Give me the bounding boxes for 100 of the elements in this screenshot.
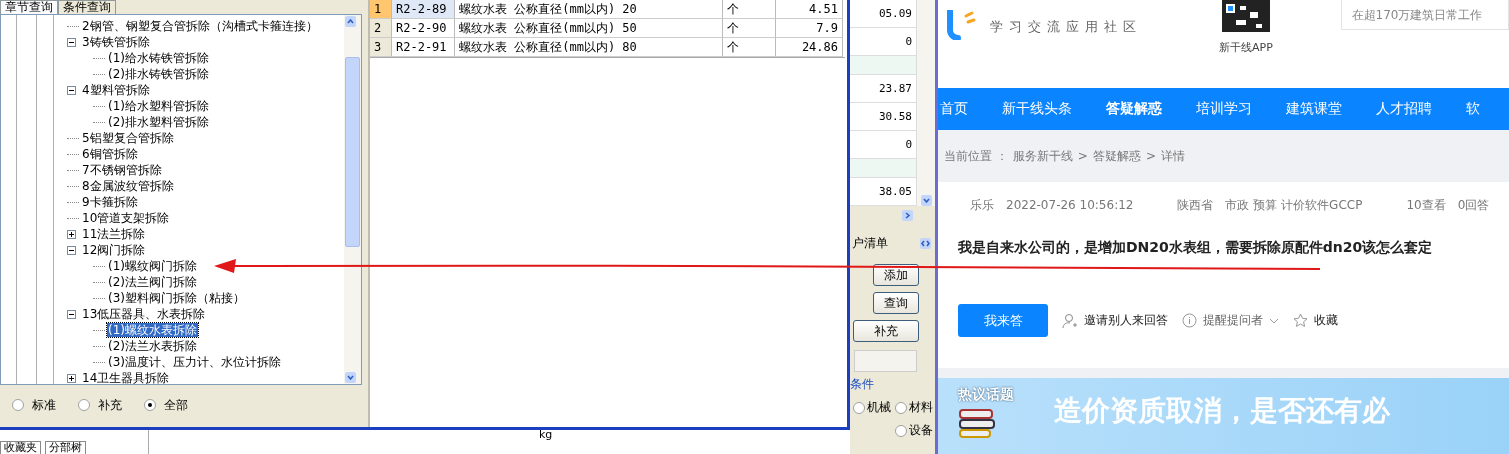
nav-link[interactable]: 新干线头条 — [1002, 100, 1072, 118]
post-time: 2022-07-26 10:56:12 — [1006, 198, 1134, 212]
favorite-link[interactable]: 收藏 — [1293, 312, 1338, 329]
tree-item[interactable]: (1)给水铸铁管拆除 — [107, 51, 210, 65]
remind-link[interactable]: 提醒提问者 — [1182, 312, 1279, 329]
tree-item[interactable]: 14卫生器具拆除 — [81, 371, 171, 385]
radio-label: 全部 — [164, 396, 188, 414]
tree-item[interactable]: (2)法兰阀门拆除 — [107, 275, 198, 289]
tree-item[interactable]: 11法兰拆除 — [81, 227, 147, 241]
collapse-icon[interactable] — [67, 37, 76, 47]
nav-link[interactable]: 首页 — [940, 100, 968, 118]
nav-link[interactable]: 培训学习 — [1196, 100, 1252, 118]
nav-link[interactable]: 建筑课堂 — [1286, 100, 1342, 118]
tree-item[interactable]: 10管道支架拆除 — [81, 211, 171, 225]
nav-link[interactable]: 人才招聘 — [1376, 100, 1432, 118]
button[interactable]: 添加 — [873, 264, 919, 286]
table-cell: R2-2-89 — [392, 0, 455, 19]
question-title: 我是自来水公司的，是增加DN20水表组，需要拆除原配件dn20该怎么套定 — [958, 238, 1434, 257]
tree-item[interactable]: (1)螺纹阀门拆除 — [107, 259, 198, 273]
table-cell: 个 — [723, 0, 776, 19]
scrollbar[interactable] — [344, 15, 361, 384]
table-cell: 38.05 — [850, 178, 917, 206]
answer-button[interactable]: 我来答 — [958, 304, 1048, 337]
scroll-up-icon[interactable] — [345, 16, 356, 27]
tree-item[interactable]: 8金属波纹管拆除 — [81, 179, 175, 193]
banner-headline: 造价资质取消，是否还有必 — [1054, 393, 1390, 429]
tree-item[interactable]: (2)排水铸铁管拆除 — [107, 67, 210, 81]
book-stack-icon — [958, 408, 998, 438]
radio-button[interactable] — [895, 401, 907, 414]
radio-button[interactable] — [12, 399, 24, 411]
tab[interactable]: 户清单 — [852, 234, 888, 252]
view-count: 10查看 — [1406, 196, 1446, 214]
expand-icon[interactable] — [67, 229, 76, 239]
scroll-down-icon[interactable] — [345, 372, 356, 383]
nav-link[interactable]: 软 — [1466, 100, 1480, 118]
info-icon — [1182, 313, 1197, 328]
scrollbar[interactable] — [917, 0, 935, 206]
radio-button[interactable] — [144, 399, 156, 411]
tree-item[interactable]: (1)给水塑料管拆除 — [107, 99, 210, 113]
tree-item[interactable]: 9卡箍拆除 — [81, 195, 139, 209]
radio-button[interactable] — [853, 401, 865, 414]
tree-item[interactable]: (3)塑料阀门拆除（粘接） — [107, 291, 246, 305]
scroll-down-icon[interactable] — [920, 195, 932, 206]
tree-item[interactable]: (1)螺纹水表拆除 — [107, 323, 198, 337]
table-cell: 24.86 — [776, 38, 843, 57]
tree-item[interactable]: (2)排水塑料管拆除 — [107, 115, 210, 129]
table-cell: 30.58 — [850, 103, 917, 131]
invite-link[interactable]: 邀请别人来回答 — [1062, 312, 1168, 329]
breadcrumb-text: 详情 — [1160, 147, 1185, 165]
tree-item[interactable]: 3铸铁管拆除 — [81, 35, 151, 49]
button[interactable]: 查询 — [873, 292, 919, 314]
button[interactable]: 补充 — [853, 320, 919, 342]
category-tags: 市政 预算 计价软件GCCP — [1225, 196, 1363, 214]
topic-label: 热议话题 — [958, 386, 1014, 404]
tab[interactable]: 收藏夹 — [0, 441, 41, 454]
tab[interactable]: 条件查询 — [58, 0, 116, 14]
tree-item[interactable]: (3)温度计、压力计、水位计拆除 — [107, 355, 282, 369]
collapse-icon[interactable] — [67, 245, 76, 255]
tree-item[interactable]: 6铜管拆除 — [81, 147, 139, 161]
table-cell: 0 — [850, 131, 917, 159]
group-title: 条件 — [850, 376, 875, 393]
tab[interactable]: 分部树 — [45, 441, 86, 454]
tree-item[interactable]: 2钢管、钢塑复合管拆除（沟槽式卡箍连接） — [81, 19, 319, 33]
input-field[interactable] — [854, 350, 917, 372]
table-cell: 螺纹水表 公称直径(mm以内) 80 — [455, 38, 723, 57]
radio-button[interactable] — [895, 424, 907, 437]
scroll-right-icon[interactable] — [902, 209, 913, 221]
tree-item[interactable]: 13低压器具、水表拆除 — [81, 307, 207, 321]
radio-button[interactable] — [78, 399, 90, 411]
table-cell: R2-2-91 — [392, 38, 455, 57]
table-cell: 05.09 — [850, 0, 917, 28]
tab[interactable]: 章节查询 — [0, 0, 58, 14]
table-cell: 7.9 — [776, 19, 843, 38]
nav-link[interactable]: 答疑解惑 — [1106, 100, 1162, 118]
table-cell: 4.51 — [776, 0, 843, 19]
radio-label: 标准 — [32, 396, 56, 414]
breadcrumb-text: > — [1145, 149, 1156, 163]
table-cell — [850, 56, 917, 75]
chevron-down-icon — [1269, 317, 1279, 324]
search-field[interactable]: 在超170万建筑日常工作 — [1340, 0, 1509, 30]
table-cell: kg — [539, 430, 553, 440]
table-cell — [850, 159, 917, 178]
row-number: 3 — [370, 38, 392, 57]
author-name[interactable]: 乐乐 — [970, 196, 994, 214]
logo-tagline: 学习交流应用社区 — [990, 18, 1142, 36]
tree-item[interactable]: 4塑料管拆除 — [81, 83, 151, 97]
star-icon — [1293, 313, 1308, 328]
tab-scroll-icon[interactable] — [920, 237, 931, 249]
breadcrumb-link[interactable]: 答疑解惑 — [1092, 147, 1141, 165]
breadcrumb-link[interactable]: 服务新干线 — [1012, 147, 1073, 165]
tree-item[interactable]: 5铝塑复合管拆除 — [81, 131, 175, 145]
table-cell: 个 — [723, 19, 776, 38]
collapse-icon[interactable] — [67, 85, 76, 95]
radio-label: 补充 — [98, 396, 122, 414]
tree-item[interactable]: 7不锈钢管拆除 — [81, 163, 163, 177]
tree-item[interactable]: (2)法兰水表拆除 — [107, 339, 198, 353]
table-cell: 螺纹水表 公称直径(mm以内) 50 — [455, 19, 723, 38]
tree-item[interactable]: 12阀门拆除 — [81, 243, 147, 257]
expand-icon[interactable] — [67, 373, 76, 383]
collapse-icon[interactable] — [67, 309, 76, 319]
